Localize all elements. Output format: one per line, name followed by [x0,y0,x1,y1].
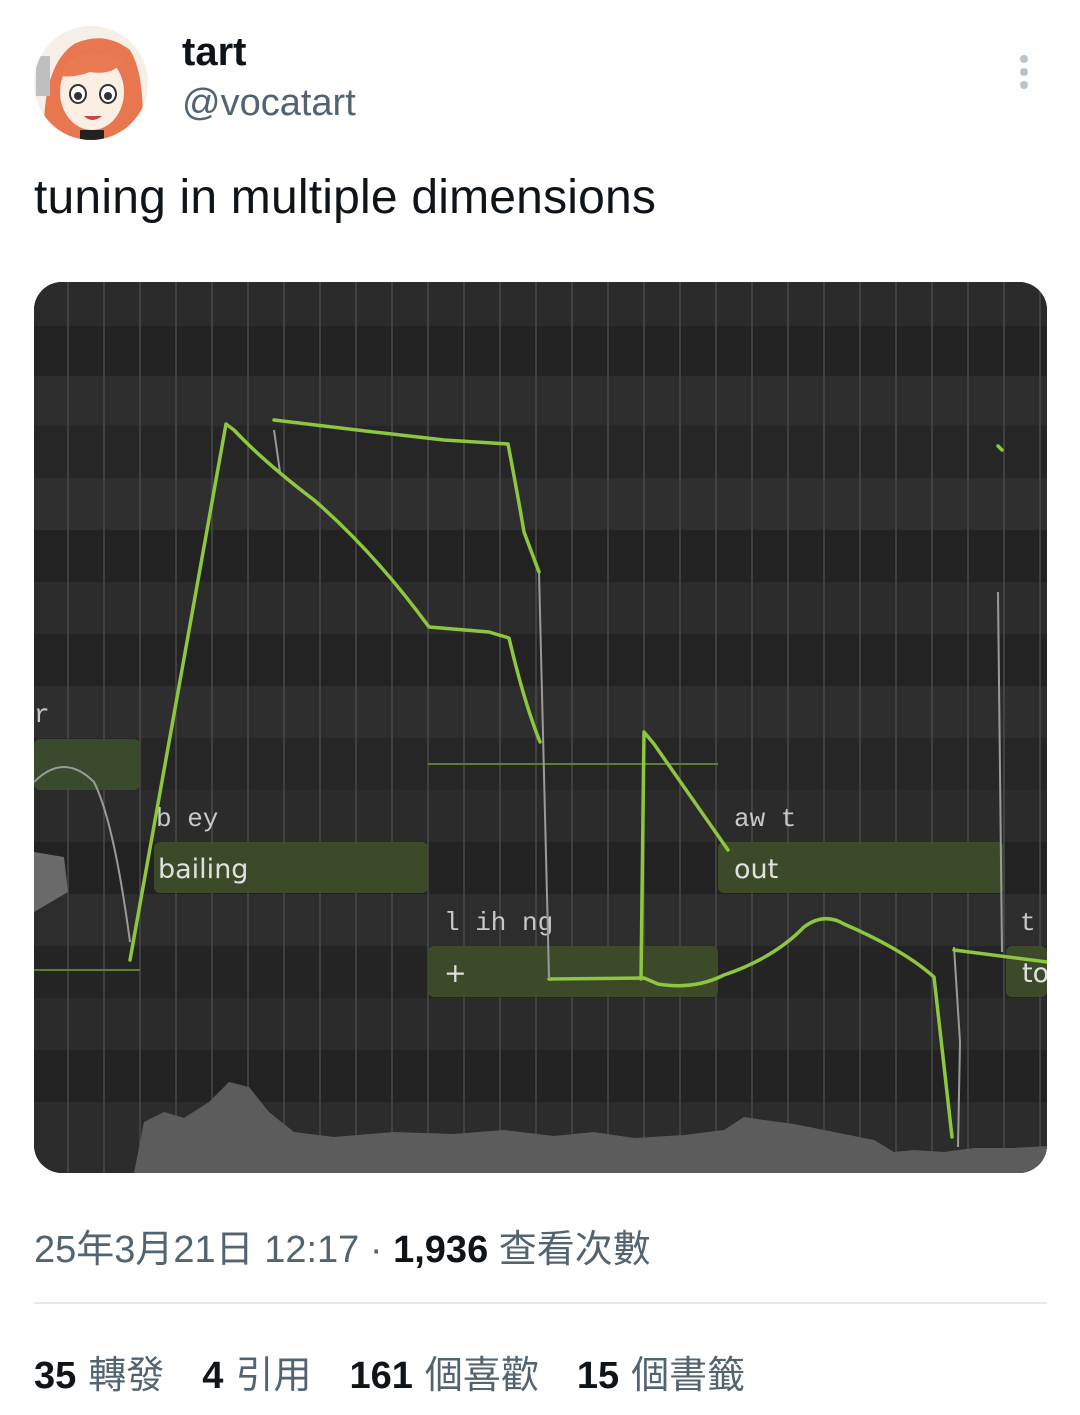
tweet-meta: 25年3月21日 12:17 · 1,936 查看次數 [34,1218,651,1273]
bookmarks-stat[interactable]: 15 個書籤 [577,1344,745,1399]
phoneme-label: r [34,700,50,730]
phoneme-label: aw t [734,804,796,834]
lyric-label: bailing [158,854,248,885]
views-count: 1,936 [393,1229,489,1271]
engagement-stats: 35 轉發 4 引用 161 個喜歡 15 個書籤 [34,1344,745,1399]
author-avatar[interactable] [34,26,148,140]
lyric-label: out [734,854,778,885]
author-display-name[interactable]: tart [182,30,246,75]
divider [34,1302,1047,1304]
quotes-count: 4 [202,1355,224,1397]
pitch-editor-screenshot: r b ey aw t l ih ng t u bailing out + to [34,282,1047,1173]
phoneme-label: b ey [156,804,218,834]
tweet-media-image[interactable]: r b ey aw t l ih ng t u bailing out + to [34,282,1047,1173]
retweets-stat[interactable]: 35 轉發 [34,1344,164,1399]
piano-roll-rows [34,282,1047,1173]
phoneme-label: t u [1020,908,1047,938]
retweets-count: 35 [34,1355,77,1397]
tweet-text: tuning in multiple dimensions [34,171,657,224]
more-vertical-icon [1020,55,1028,89]
likes-stat[interactable]: 161 個喜歡 [349,1344,538,1399]
phoneme-label: l ih ng [444,908,553,938]
likes-count: 161 [349,1355,413,1397]
retweets-label: 轉發 [88,1355,165,1397]
quotes-label: 引用 [235,1355,312,1397]
bookmarks-count: 15 [576,1355,620,1397]
views-label: 查看次數 [498,1229,651,1271]
meta-separator: · [369,1229,383,1271]
lyric-label: + [444,958,467,989]
likes-label: 個喜歡 [424,1355,539,1397]
tweet-timestamp[interactable]: 25年3月21日 12:17 [34,1229,359,1271]
anime-avatar-icon [34,26,148,140]
author-handle[interactable]: @vocatart [182,82,356,125]
quotes-stat[interactable]: 4 引用 [202,1344,311,1399]
bookmarks-label: 個書籤 [631,1355,746,1397]
more-options-button[interactable] [1004,50,1044,94]
